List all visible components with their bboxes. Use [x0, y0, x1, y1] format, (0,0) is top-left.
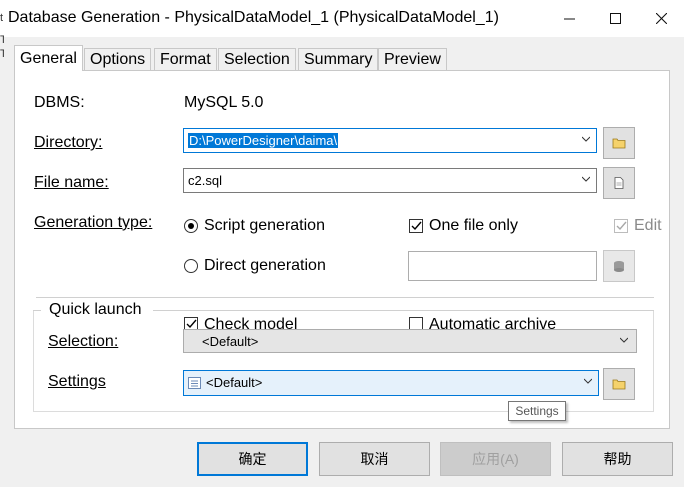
folder-icon: [612, 379, 626, 390]
quick-launch-divider: [36, 297, 654, 298]
edit-label: Edit: [634, 217, 662, 234]
selection-value: <Default>: [202, 334, 259, 349]
check-model-checkbox[interactable]: [184, 317, 198, 329]
selection-label: Selection:: [48, 333, 119, 350]
title-bar: Database Generation - PhysicalDataModel_…: [0, 0, 684, 37]
minimize-icon: [563, 18, 575, 20]
checkmark-icon: [411, 221, 422, 231]
tab-summary[interactable]: Summary: [298, 48, 379, 70]
script-generation-label: Script generation: [204, 217, 325, 234]
chevron-down-icon: [620, 337, 628, 343]
quick-launch-options-row: Check model Automatic archive: [180, 314, 620, 329]
check-model-label: Check model: [204, 316, 298, 329]
filename-label: File name:: [34, 174, 109, 191]
direct-generation-label: Direct generation: [204, 257, 326, 274]
minimize-button[interactable]: [546, 0, 592, 37]
edit-checkbox: [614, 219, 628, 233]
background-window-text: t: [0, 12, 4, 24]
window-title: Database Generation - PhysicalDataModel_…: [8, 9, 499, 26]
background-window-text: T: [0, 34, 4, 46]
close-icon: [655, 13, 667, 24]
chevron-down-icon: [584, 378, 592, 384]
settings-list-icon: [188, 377, 201, 389]
edit-file-button[interactable]: [603, 167, 635, 199]
quick-launch-frame-top: [33, 310, 41, 311]
automatic-archive-label: Automatic archive: [429, 316, 557, 329]
database-icon: [614, 261, 624, 272]
generation-type-label: Generation type:: [34, 214, 153, 231]
cancel-button[interactable]: 取消: [319, 442, 430, 476]
checkmark-icon: [616, 221, 627, 231]
filename-value: c2.sql: [188, 173, 222, 188]
tab-format[interactable]: Format: [154, 48, 217, 70]
quick-launch-legend: Quick launch: [47, 301, 144, 319]
maximize-button[interactable]: [592, 0, 638, 37]
one-file-only-label: One file only: [429, 217, 518, 234]
settings-combo[interactable]: <Default>: [183, 370, 599, 396]
document-icon: [614, 177, 624, 189]
direct-generation-radio[interactable]: [184, 259, 198, 273]
close-button[interactable]: [638, 0, 684, 37]
chevron-down-icon: [582, 136, 590, 142]
directory-combo[interactable]: D:\PowerDesigner\daima\: [183, 128, 597, 153]
settings-value: <Default>: [206, 375, 263, 390]
help-button[interactable]: 帮助: [562, 442, 673, 476]
folder-icon: [612, 138, 626, 149]
tab-selection[interactable]: Selection: [218, 48, 296, 70]
directory-label: Directory:: [34, 134, 103, 151]
browse-settings-button[interactable]: [603, 368, 635, 400]
browse-directory-button[interactable]: [603, 127, 635, 159]
tab-general[interactable]: General: [14, 45, 83, 71]
chevron-down-icon: [582, 176, 590, 182]
apply-button[interactable]: 应用(A): [440, 442, 551, 476]
background-window-text: T: [0, 48, 4, 60]
checkmark-icon: [186, 319, 197, 329]
automatic-archive-checkbox[interactable]: [409, 317, 423, 329]
data-source-field[interactable]: [408, 251, 597, 281]
one-file-only-checkbox[interactable]: [409, 219, 423, 233]
filename-combo[interactable]: c2.sql: [183, 168, 597, 193]
script-generation-radio[interactable]: [184, 219, 198, 233]
dbms-value: MySQL 5.0: [184, 94, 264, 111]
connect-data-source-button[interactable]: [603, 250, 635, 282]
settings-label: Settings: [48, 373, 106, 390]
directory-value: D:\PowerDesigner\daima\: [188, 133, 339, 148]
tab-options[interactable]: Options: [84, 48, 152, 70]
selection-combo[interactable]: <Default>: [183, 329, 637, 353]
quick-launch-frame-top: [153, 310, 654, 311]
dbms-label: DBMS:: [34, 94, 85, 111]
ok-button[interactable]: 确定: [197, 442, 308, 476]
tab-preview[interactable]: Preview: [378, 48, 447, 70]
settings-tooltip: Settings: [508, 401, 566, 421]
maximize-icon: [609, 13, 621, 24]
